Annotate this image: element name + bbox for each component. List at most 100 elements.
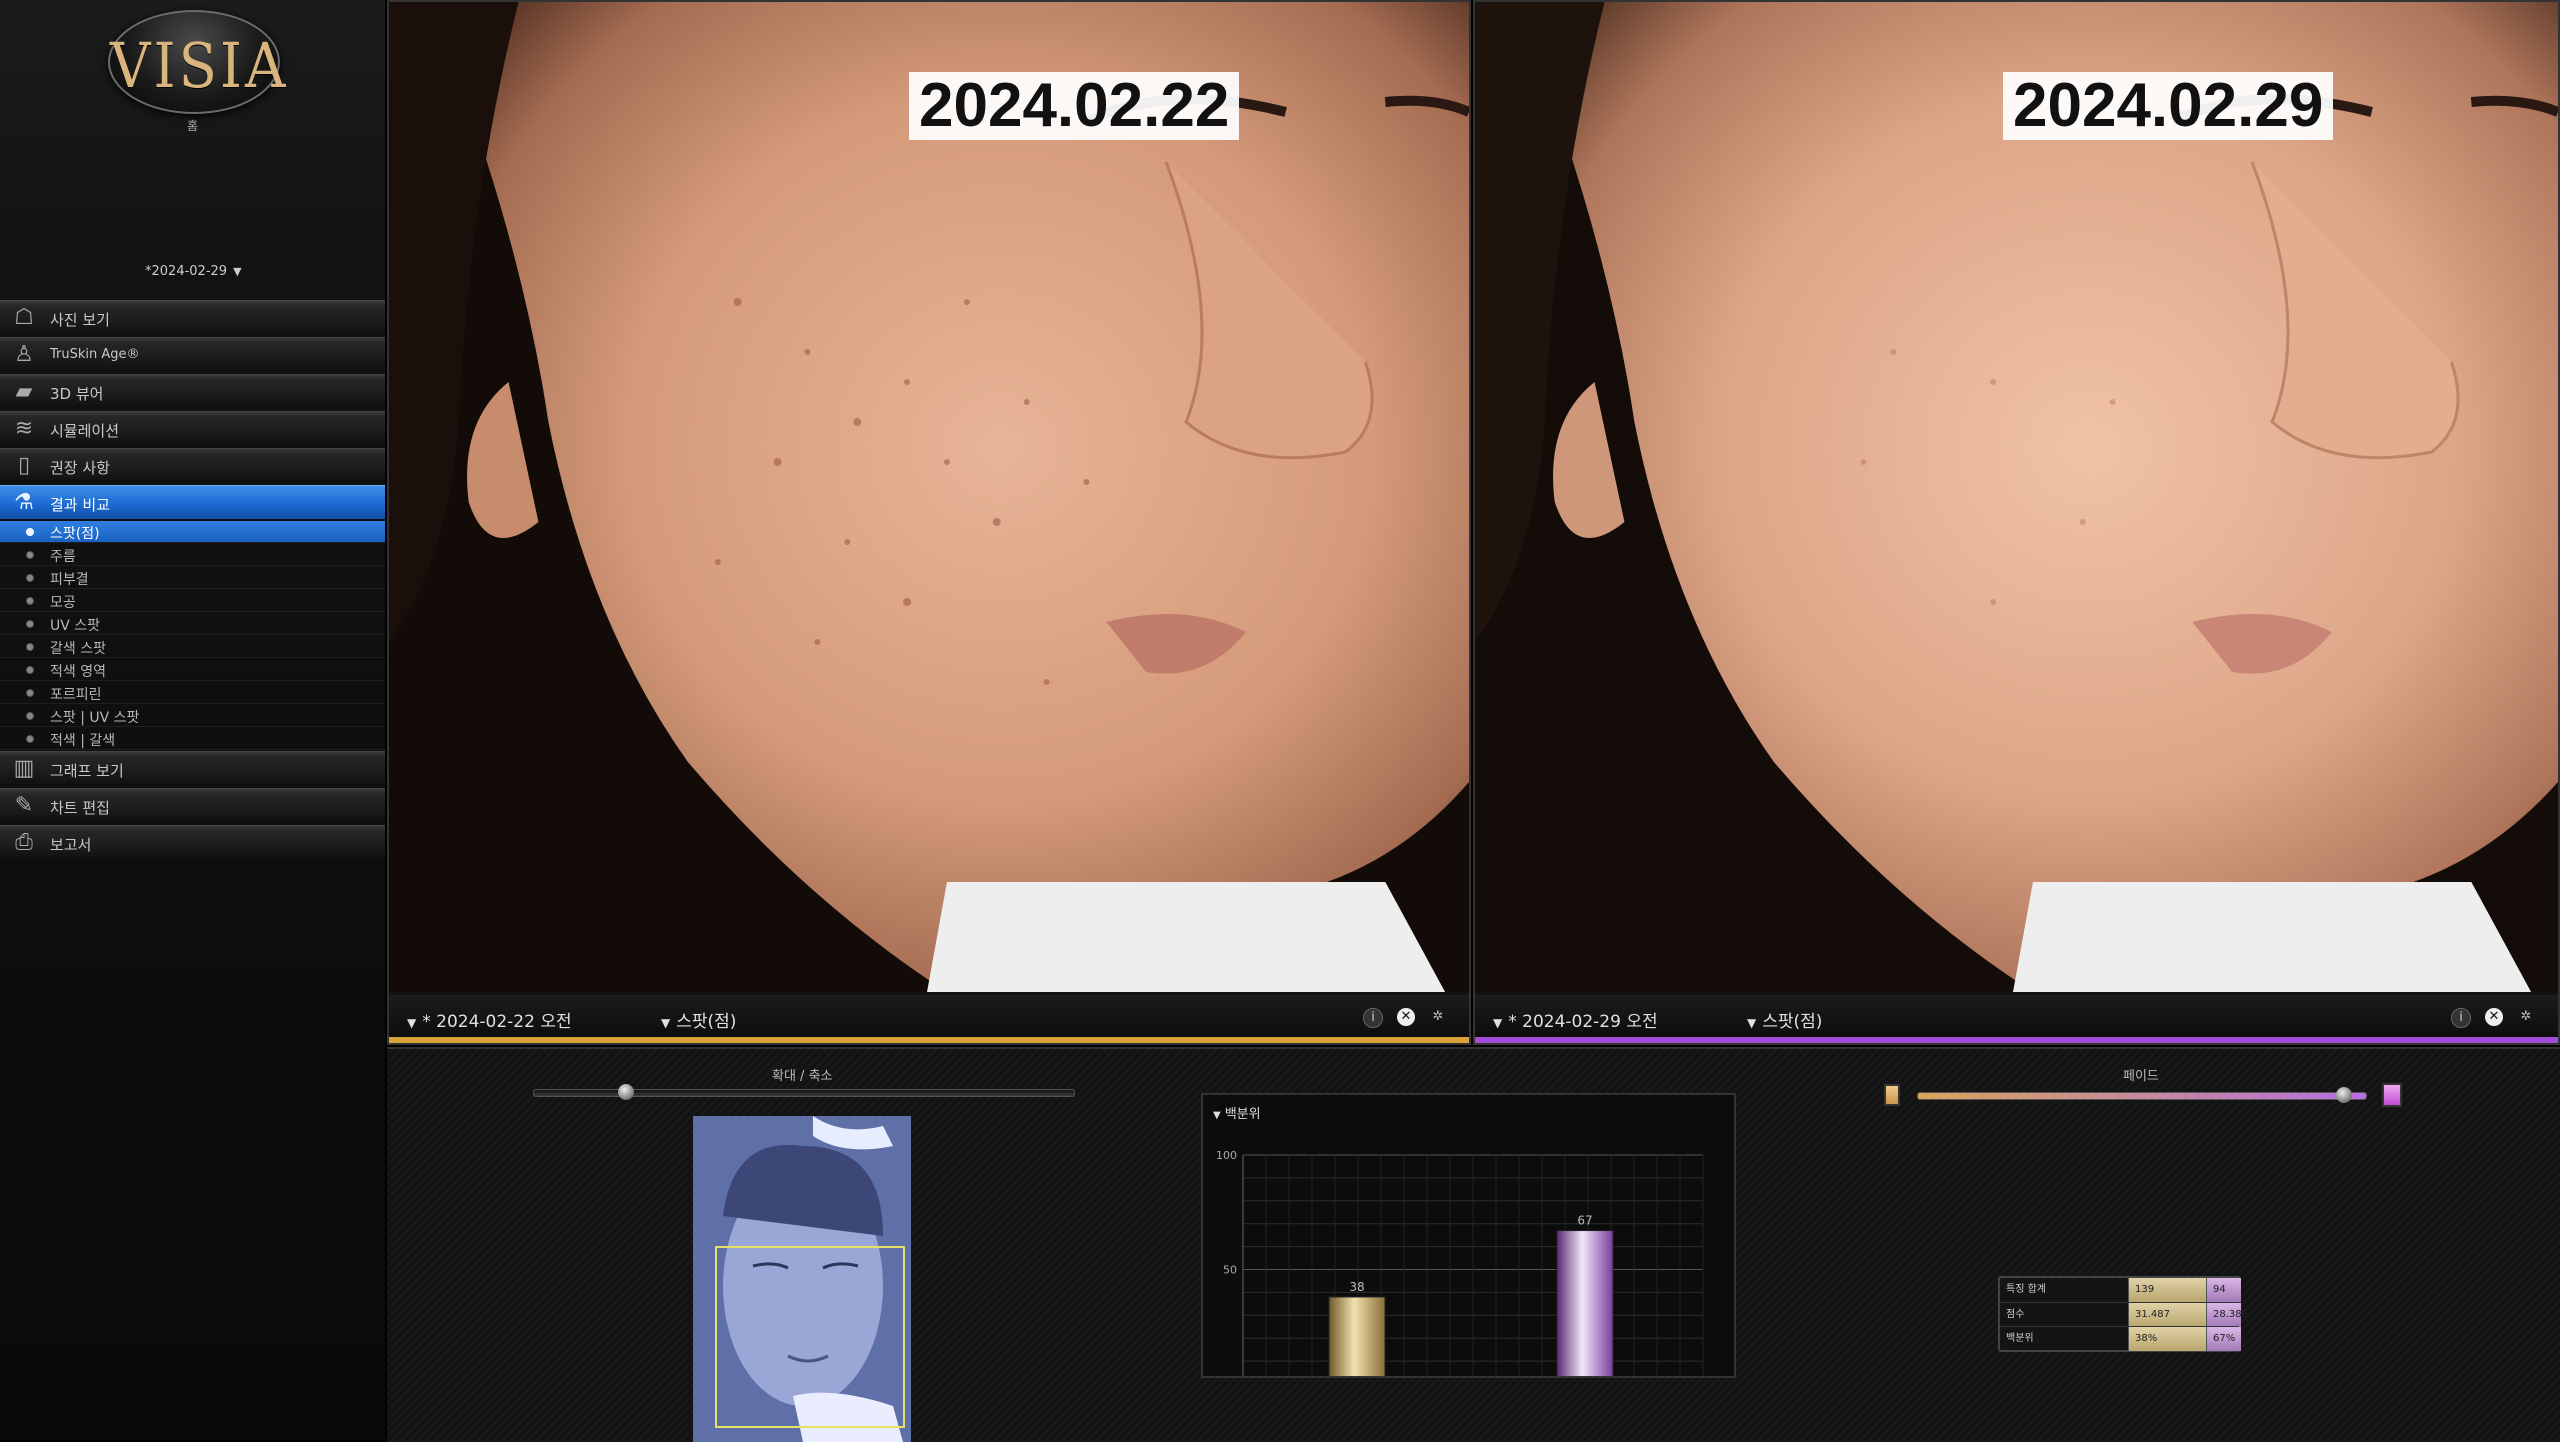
nav-compare-results[interactable]: ⚗ 결과 비교	[0, 485, 385, 519]
session-date-dropdown[interactable]: *2024-02-29 ▼	[145, 264, 242, 279]
sub-item-red-areas[interactable]: 적색 영역	[0, 659, 385, 681]
fade-right-swatch[interactable]	[2382, 1083, 2402, 1107]
sub-item-label: 스팟(점)	[50, 526, 100, 542]
chevron-down-icon: ▼	[1493, 1016, 1503, 1030]
left-photo-panel: 2024.02.22 ▼ * 2024-02-22 오전 ▼ 스팟(점) i ✕ ✲	[387, 0, 1471, 1045]
chevron-down-icon: ▼	[233, 265, 242, 278]
sub-item-porphyrins[interactable]: 포르피린	[0, 682, 385, 704]
sub-item-red-brown[interactable]: 적색 | 갈색	[0, 728, 385, 750]
chart-header[interactable]: ▼ 백분위	[1213, 1103, 1261, 1122]
nav-3d-viewer[interactable]: ▰ 3D 뷰어	[0, 374, 385, 408]
sub-item-label: 포르피린	[50, 687, 102, 703]
settings-icon[interactable]: ✲	[2517, 1008, 2535, 1026]
nav-label: 결과 비교	[50, 496, 110, 514]
sub-item-wrinkles[interactable]: 주름	[0, 544, 385, 566]
bullet-icon	[26, 735, 34, 743]
sub-item-spots-uv-spots[interactable]: 스팟 | UV 스팟	[0, 705, 385, 727]
bullet-icon	[26, 620, 34, 628]
stat-value-before: 38%	[2128, 1327, 2206, 1351]
stat-label: 점수	[2006, 1309, 2025, 1320]
left-panel-accent-bar	[389, 1037, 1469, 1043]
sub-item-label: UV 스팟	[50, 618, 101, 634]
sub-item-label: 적색 영역	[50, 664, 106, 680]
right-feature-value: 스팟(점)	[1762, 1012, 1823, 1032]
nav-label: 차트 편집	[50, 799, 110, 817]
right-feature-dropdown[interactable]: ▼ 스팟(점)	[1747, 1007, 1822, 1032]
fade-left-swatch[interactable]	[1884, 1084, 1900, 1106]
bullet-icon	[26, 712, 34, 720]
nav-label: 그래프 보기	[50, 762, 124, 780]
bottom-control-area: 확대 / 축소 0501003867 ▼백분위 페이드 특징 합계 139 94	[387, 1047, 2560, 1442]
left-feature-value: 스팟(점)	[676, 1012, 737, 1032]
nav-report[interactable]: ⎙ 보고서	[0, 825, 385, 859]
close-icon[interactable]: ✕	[2485, 1008, 2503, 1026]
left-session-dropdown[interactable]: ▼ * 2024-02-22 오전	[407, 1007, 572, 1032]
sub-item-label: 적색 | 갈색	[50, 733, 116, 749]
nav-truskin-age[interactable]: ♙ TruSkin Age®	[0, 337, 385, 371]
photo-date-overlay: 2024.02.22	[909, 72, 1240, 140]
printer-icon: ⎙	[15, 830, 33, 855]
sub-item-label: 주름	[50, 549, 76, 565]
bar-value-label: 38	[1349, 1280, 1364, 1294]
home-label[interactable]: 홈	[0, 117, 385, 134]
stat-value-after: 67%	[2206, 1327, 2241, 1351]
close-icon[interactable]: ✕	[1397, 1008, 1415, 1026]
bullet-icon	[26, 597, 34, 605]
right-panel-accent-bar	[1475, 1037, 2558, 1043]
chevron-down-icon: ▼	[1747, 1016, 1757, 1030]
nav-recommendations[interactable]: ▯ 권장 사항	[0, 448, 385, 482]
logo-text: VISIA	[110, 30, 289, 103]
nav-chart-edit[interactable]: ✎ 차트 편집	[0, 788, 385, 822]
left-feature-dropdown[interactable]: ▼ 스팟(점)	[661, 1007, 736, 1032]
chart-edit-icon: ✎	[14, 793, 34, 818]
sub-item-label: 갈색 스팟	[50, 641, 106, 657]
bar-2024-02-22	[1328, 1296, 1386, 1376]
compare-results-icon: ⚗	[14, 490, 34, 515]
y-tick-label: 100	[1216, 1149, 1237, 1162]
nav-label: 3D 뷰어	[50, 385, 104, 403]
nav-label: 보고서	[50, 836, 92, 854]
nav-label: 사진 보기	[50, 311, 110, 329]
sub-item-texture[interactable]: 피부결	[0, 567, 385, 589]
table-row: 백분위 38% 67%	[2000, 1326, 2241, 1351]
percentile-chart: 0501003867 ▼백분위	[1201, 1093, 1736, 1378]
zoom-slider[interactable]	[533, 1084, 1075, 1100]
chart-canvas: 0501003867	[1216, 1149, 1704, 1376]
settings-icon[interactable]: ✲	[1429, 1008, 1447, 1026]
table-row: 점수 31.487 28.386	[2000, 1302, 2248, 1327]
stat-value-before: 139	[2128, 1278, 2206, 1302]
nav-label: 권장 사항	[50, 459, 110, 477]
graph-icon: ▥	[13, 756, 35, 781]
right-session-dropdown[interactable]: ▼ * 2024-02-29 오전	[1493, 1007, 1658, 1032]
bullet-icon	[26, 666, 34, 674]
navigator-thumbnail[interactable]	[693, 1116, 911, 1442]
camera-icon: ☖	[14, 305, 34, 330]
chart-header-label: 백분위	[1224, 1107, 1261, 1122]
sub-item-uv-spots[interactable]: UV 스팟	[0, 613, 385, 635]
sub-item-pores[interactable]: 모공	[0, 590, 385, 612]
nav-simulation[interactable]: ≋ 시뮬레이션	[0, 411, 385, 445]
face-photo-before[interactable]	[389, 2, 1469, 992]
fade-slider[interactable]	[1917, 1087, 2367, 1103]
info-icon[interactable]: i	[2451, 1008, 2471, 1028]
stat-label: 백분위	[2006, 1333, 2034, 1344]
nav-graph-view[interactable]: ▥ 그래프 보기	[0, 751, 385, 785]
sub-item-brown-spots[interactable]: 갈색 스팟	[0, 636, 385, 658]
sidebar: VISIA 홈 *2024-02-29 ▼ ☖ 사진 보기 ♙ TruSkin A…	[0, 0, 385, 1440]
sub-item-label: 모공	[50, 595, 76, 611]
face-photo-after[interactable]	[1475, 2, 2558, 992]
visia-logo[interactable]: VISIA	[108, 10, 289, 114]
zoom-slider-handle[interactable]	[617, 1084, 634, 1100]
left-panel-toolbar: ▼ * 2024-02-22 오전 ▼ 스팟(점) i ✕ ✲	[389, 995, 1469, 1043]
info-icon[interactable]: i	[1363, 1008, 1383, 1028]
sub-item-spots[interactable]: 스팟(점)	[0, 521, 385, 543]
zoom-region-box[interactable]	[715, 1246, 905, 1428]
bullet-icon	[26, 643, 34, 651]
photo-date-overlay: 2024.02.29	[2003, 72, 2334, 140]
stats-table: 특징 합계 139 94 점수 31.487 28.386 백분위 38% 67…	[1998, 1276, 2248, 1352]
nav-label: TruSkin Age®	[50, 347, 140, 362]
recommendations-icon: ▯	[17, 453, 31, 478]
nav-photo-view[interactable]: ☖ 사진 보기	[0, 300, 385, 334]
fade-slider-handle[interactable]	[2335, 1087, 2352, 1103]
right-photo-panel: 2024.02.29 ▼ * 2024-02-29 오전 ▼ 스팟(점) i ✕ ✲	[1473, 0, 2560, 1045]
